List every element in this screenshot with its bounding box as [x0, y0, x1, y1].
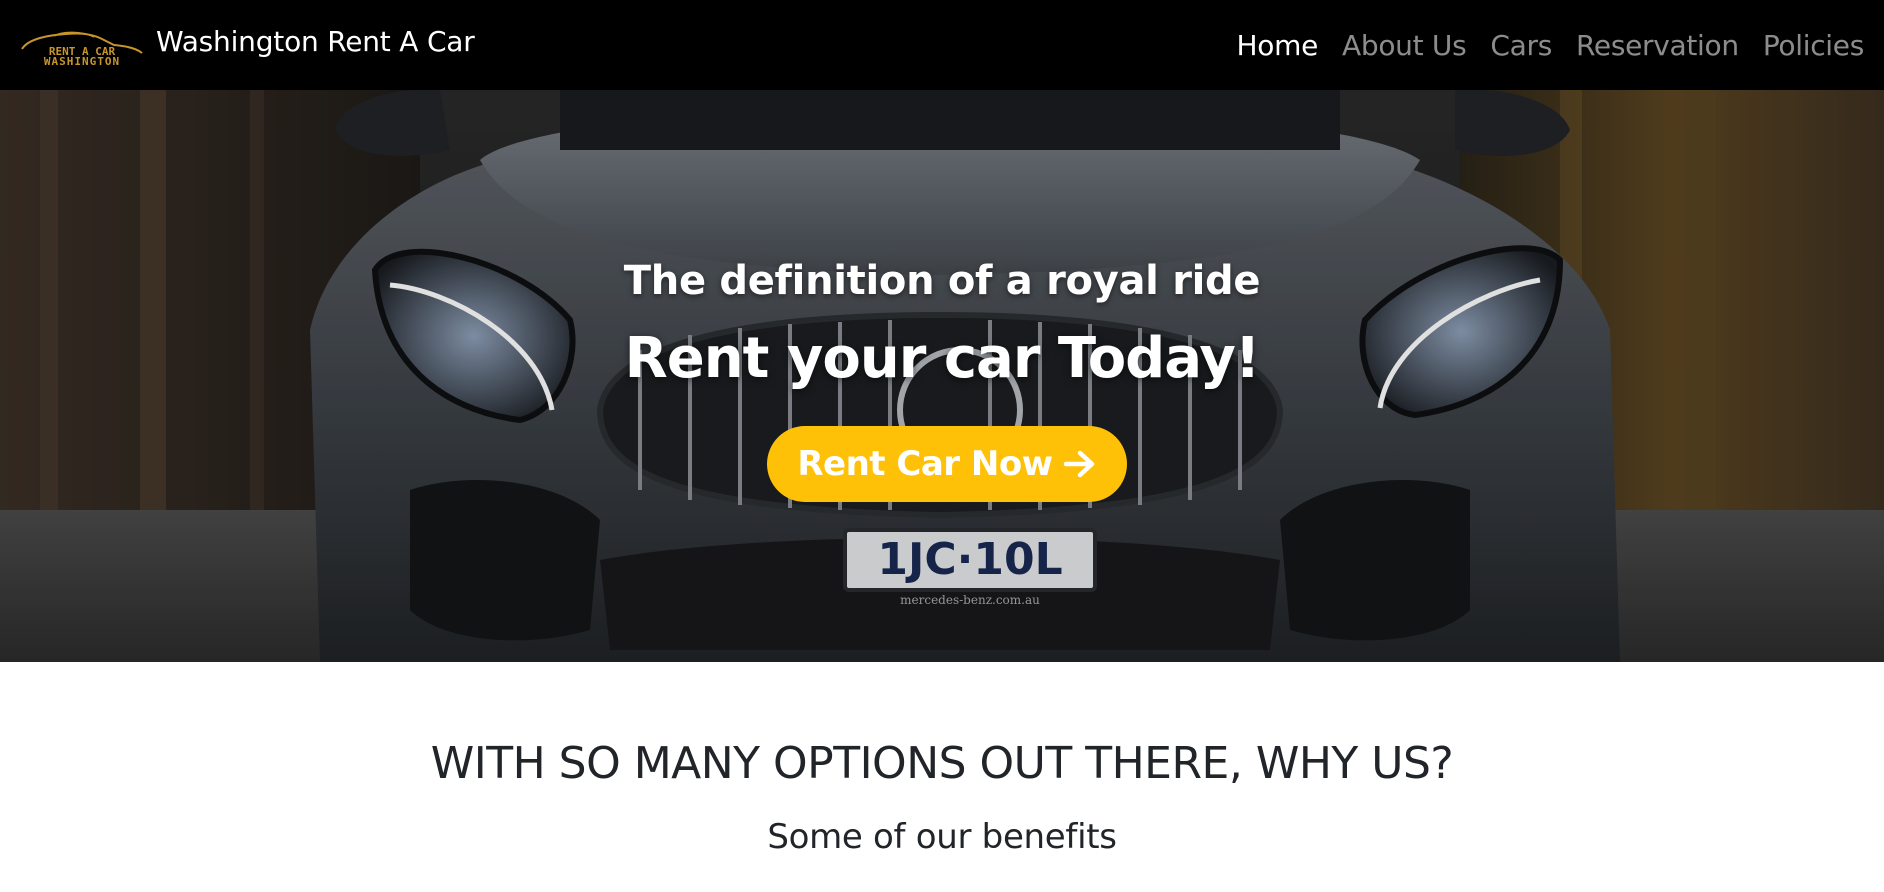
- nav-link-home[interactable]: Home: [1237, 29, 1319, 62]
- hero-tagline: The definition of a royal ride: [623, 258, 1261, 304]
- navbar: RENT A CAR WASHINGTON Washington Rent A …: [0, 0, 1884, 90]
- nav-link-cars[interactable]: Cars: [1490, 29, 1552, 62]
- brand-link[interactable]: RENT A CAR WASHINGTON Washington Rent A …: [18, 0, 475, 90]
- brand-name[interactable]: Washington Rent A Car: [156, 25, 475, 58]
- nav-link-policies[interactable]: Policies: [1763, 29, 1864, 62]
- benefits-subheading: Some of our benefits: [767, 817, 1117, 857]
- nav-link-reservation[interactable]: Reservation: [1576, 29, 1739, 62]
- rent-car-now-button[interactable]: Rent Car Now: [767, 426, 1127, 502]
- hero-title: Rent your car Today!: [624, 326, 1261, 391]
- nav-link-about-us[interactable]: About Us: [1342, 29, 1467, 62]
- rent-car-now-label: Rent Car Now: [797, 444, 1053, 484]
- logo-text-line2: WASHINGTON: [44, 55, 120, 68]
- rent-a-car-logo: RENT A CAR WASHINGTON: [21, 31, 143, 68]
- benefits-heading: WITH SO MANY OPTIONS OUT THERE, WHY US?: [430, 738, 1454, 789]
- hero-section: 1JC·10L mercedes-benz.com.au The definit…: [0, 90, 1884, 662]
- nav-links: Home About Us Cars Reservation Policies: [1237, 0, 1865, 90]
- arrow-right-icon: [1063, 450, 1094, 478]
- hero-content: The definition of a royal ride Rent your…: [0, 90, 1884, 662]
